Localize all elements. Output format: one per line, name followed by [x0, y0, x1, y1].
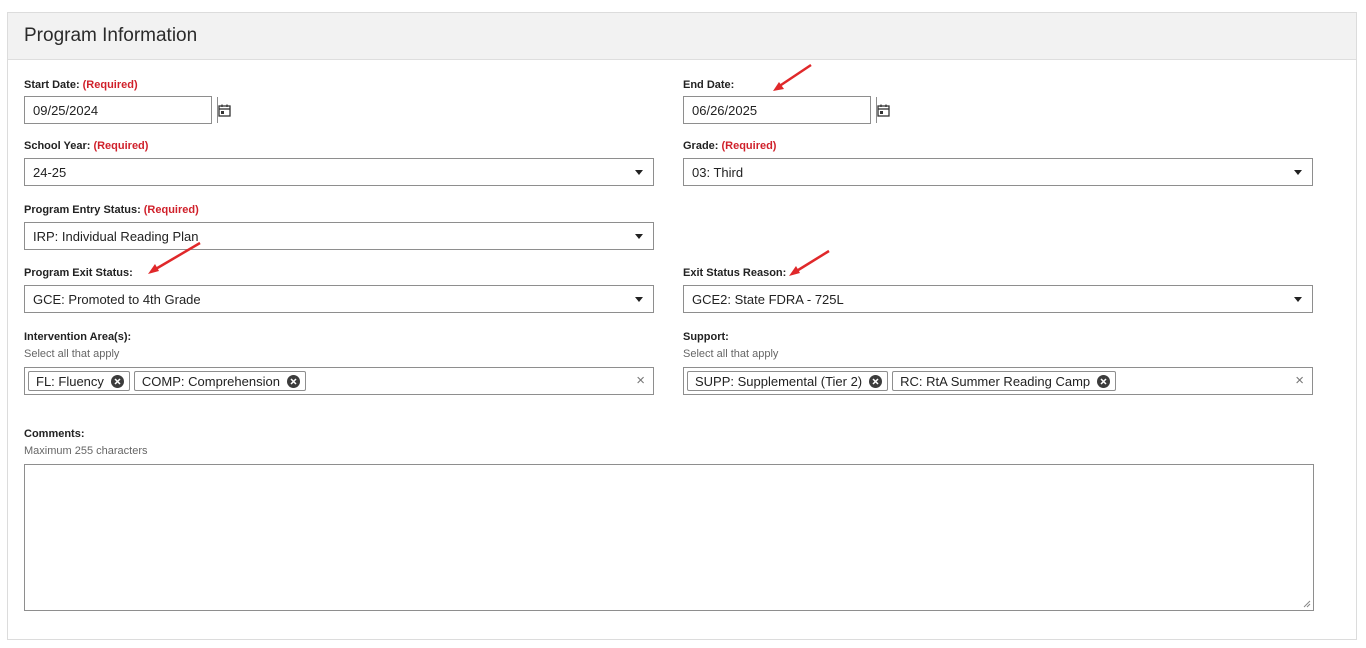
- red-arrow-icon: [773, 63, 812, 91]
- program-information-panel: Program Information Start Date: (Required…: [7, 12, 1357, 640]
- remove-chip-icon[interactable]: [110, 374, 124, 388]
- remove-chip-icon[interactable]: [286, 374, 300, 388]
- start-date-calendar-button[interactable]: [217, 97, 231, 123]
- remove-chip-icon[interactable]: [1097, 374, 1111, 388]
- support-hint: Select all that apply: [683, 348, 779, 360]
- exit-reason-select[interactable]: GCE2: State FDRA - 725L: [683, 285, 1313, 313]
- entry-status-select[interactable]: IRP: Individual Reading Plan: [24, 222, 654, 250]
- grade-label: Grade: (Required): [683, 140, 776, 152]
- red-arrow-icon: [148, 241, 201, 274]
- remove-chip-icon[interactable]: [869, 374, 883, 388]
- intervention-chip: COMP: Comprehension: [133, 371, 306, 391]
- chevron-down-icon: [1294, 170, 1302, 175]
- exit-status-value: GCE: Promoted to 4th Grade: [33, 292, 201, 307]
- chevron-down-icon: [635, 234, 643, 239]
- exit-reason-label: Exit Status Reason:: [683, 267, 786, 279]
- close-icon[interactable]: ×: [1295, 373, 1304, 388]
- intervention-chip-list: FL: Fluency COMP: Comprehension: [28, 371, 306, 391]
- exit-status-select[interactable]: GCE: Promoted to 4th Grade: [24, 285, 654, 313]
- start-date-input[interactable]: [25, 97, 217, 123]
- intervention-label: Intervention Area(s):: [24, 331, 131, 343]
- intervention-multiselect[interactable]: FL: Fluency COMP: Comprehension ×: [24, 367, 654, 395]
- grade-value: 03: Third: [692, 165, 744, 180]
- calendar-icon: [218, 104, 231, 117]
- chevron-down-icon: [1294, 297, 1302, 302]
- panel-title: Program Information: [24, 25, 198, 46]
- exit-reason-value: GCE2: State FDRA - 725L: [692, 292, 844, 307]
- panel-header: Program Information: [8, 13, 1356, 60]
- end-date-label-text: End Date:: [683, 79, 735, 91]
- end-date-input[interactable]: [684, 97, 876, 123]
- exit-status-label: Program Exit Status:: [24, 267, 133, 279]
- intervention-hint: Select all that apply: [24, 348, 120, 360]
- support-multiselect[interactable]: SUPP: Supplemental (Tier 2) RC: RtA Summ…: [683, 367, 1313, 395]
- chevron-down-icon: [635, 170, 643, 175]
- chip-label: COMP: Comprehension: [141, 373, 280, 389]
- chevron-down-icon: [635, 297, 643, 302]
- end-date-calendar-button[interactable]: [876, 97, 890, 123]
- start-date-label-text: Start Date:: [24, 79, 80, 91]
- chip-label: SUPP: Supplemental (Tier 2): [695, 373, 863, 389]
- support-chip: SUPP: Supplemental (Tier 2): [687, 371, 889, 391]
- intervention-label-text: Intervention Area(s):: [24, 331, 132, 343]
- entry-status-label: Program Entry Status: (Required): [24, 204, 199, 216]
- support-label: Support:: [683, 331, 729, 343]
- end-date-label: End Date:: [683, 79, 734, 91]
- resize-handle-icon[interactable]: [1303, 600, 1311, 608]
- grade-select[interactable]: 03: Third: [683, 158, 1313, 186]
- comments-label: Comments:: [24, 428, 85, 440]
- exit-reason-label-text: Exit Status Reason:: [683, 267, 787, 279]
- chip-label: FL: Fluency: [36, 373, 104, 389]
- entry-status-label-text: Program Entry Status:: [24, 204, 141, 216]
- school-year-value: 24-25: [33, 165, 67, 180]
- school-year-label: School Year: (Required): [24, 140, 148, 152]
- required-marker: (Required): [82, 79, 138, 91]
- support-label-text: Support:: [683, 331, 729, 343]
- calendar-icon: [877, 104, 890, 117]
- comments-hint: Maximum 255 characters: [24, 445, 148, 457]
- chip-label: RC: RtA Summer Reading Camp: [900, 373, 1091, 389]
- support-chip-list: SUPP: Supplemental (Tier 2) RC: RtA Summ…: [687, 371, 1117, 391]
- required-marker: (Required): [93, 140, 149, 152]
- end-date-field: [683, 96, 890, 124]
- start-date-label: Start Date: (Required): [24, 79, 138, 91]
- comments-label-text: Comments:: [24, 428, 85, 440]
- red-arrow-icon: [789, 249, 830, 276]
- grade-label-text: Grade:: [683, 140, 719, 152]
- required-marker: (Required): [143, 204, 199, 216]
- intervention-chip: FL: Fluency: [28, 371, 130, 391]
- comments-textarea[interactable]: [24, 464, 1314, 611]
- close-icon[interactable]: ×: [636, 373, 645, 388]
- start-date-field: [24, 96, 231, 124]
- school-year-label-text: School Year:: [24, 140, 91, 152]
- required-marker: (Required): [721, 140, 777, 152]
- exit-status-label-text: Program Exit Status:: [24, 267, 133, 279]
- school-year-select[interactable]: 24-25: [24, 158, 654, 186]
- support-chip: RC: RtA Summer Reading Camp: [892, 371, 1117, 391]
